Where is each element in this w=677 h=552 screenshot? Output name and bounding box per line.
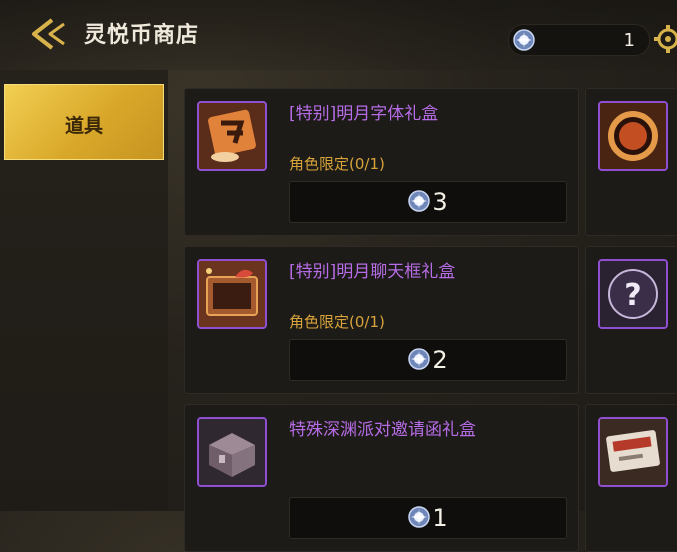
buy-button[interactable]: 1 [289, 497, 567, 539]
shop-item-card[interactable]: ? [585, 246, 677, 394]
tab-items-label: 道具 [64, 115, 103, 137]
chat-frame-box-icon [197, 259, 267, 329]
purchase-limit-count: (0/1) [349, 313, 385, 331]
mystery-orb-icon: ? [598, 259, 668, 329]
currency-display: 1 [508, 24, 650, 56]
buy-button[interactable]: 2 [289, 339, 567, 381]
currency-amount: 1 [623, 30, 635, 51]
purchase-limit: 角色限定(0/1) [289, 155, 385, 173]
shop-item-card[interactable] [585, 404, 677, 552]
item-name: [特别]明月聊天框礼盒 [289, 262, 456, 282]
shop-item-card[interactable]: [特别]明月字体礼盒 角色限定(0/1) 3 [184, 88, 579, 236]
shop-item-card[interactable] [585, 88, 677, 236]
item-price: 2 [432, 346, 448, 374]
lingyue-coin-icon [408, 506, 431, 528]
buy-button[interactable]: 3 [289, 181, 567, 223]
ring-frame-icon [598, 101, 668, 171]
invitation-card-icon [598, 417, 668, 487]
shop-item-card[interactable]: [特别]明月聊天框礼盒 角色限定(0/1) 2 [184, 246, 579, 394]
purchase-limit-count: (0/1) [349, 155, 385, 173]
lingyue-coin-icon [513, 29, 535, 51]
tab-items[interactable]: 道具 [4, 84, 164, 160]
gear-icon[interactable] [652, 23, 677, 55]
purchase-limit: 角色限定(0/1) [289, 313, 385, 331]
shop-item-card[interactable]: 特殊深渊派对邀请函礼盒 1 [184, 404, 579, 552]
item-price: 1 [432, 504, 448, 532]
category-sidebar: 道具 [0, 70, 168, 511]
item-price: 3 [432, 188, 448, 216]
item-name: 特殊深渊派对邀请函礼盒 [289, 420, 476, 440]
back-arrow-icon [32, 18, 65, 50]
lingyue-coin-icon [408, 190, 431, 212]
treasure-chest-icon [197, 417, 267, 487]
font-box-icon [197, 101, 267, 171]
svg-text:?: ? [624, 278, 641, 313]
back-button[interactable] [28, 14, 74, 54]
item-name: [特别]明月字体礼盒 [289, 104, 439, 124]
lingyue-coin-icon [408, 348, 431, 370]
page-title: 灵悦币商店 [84, 23, 200, 48]
top-bar: 灵悦币商店 1 [0, 0, 677, 70]
